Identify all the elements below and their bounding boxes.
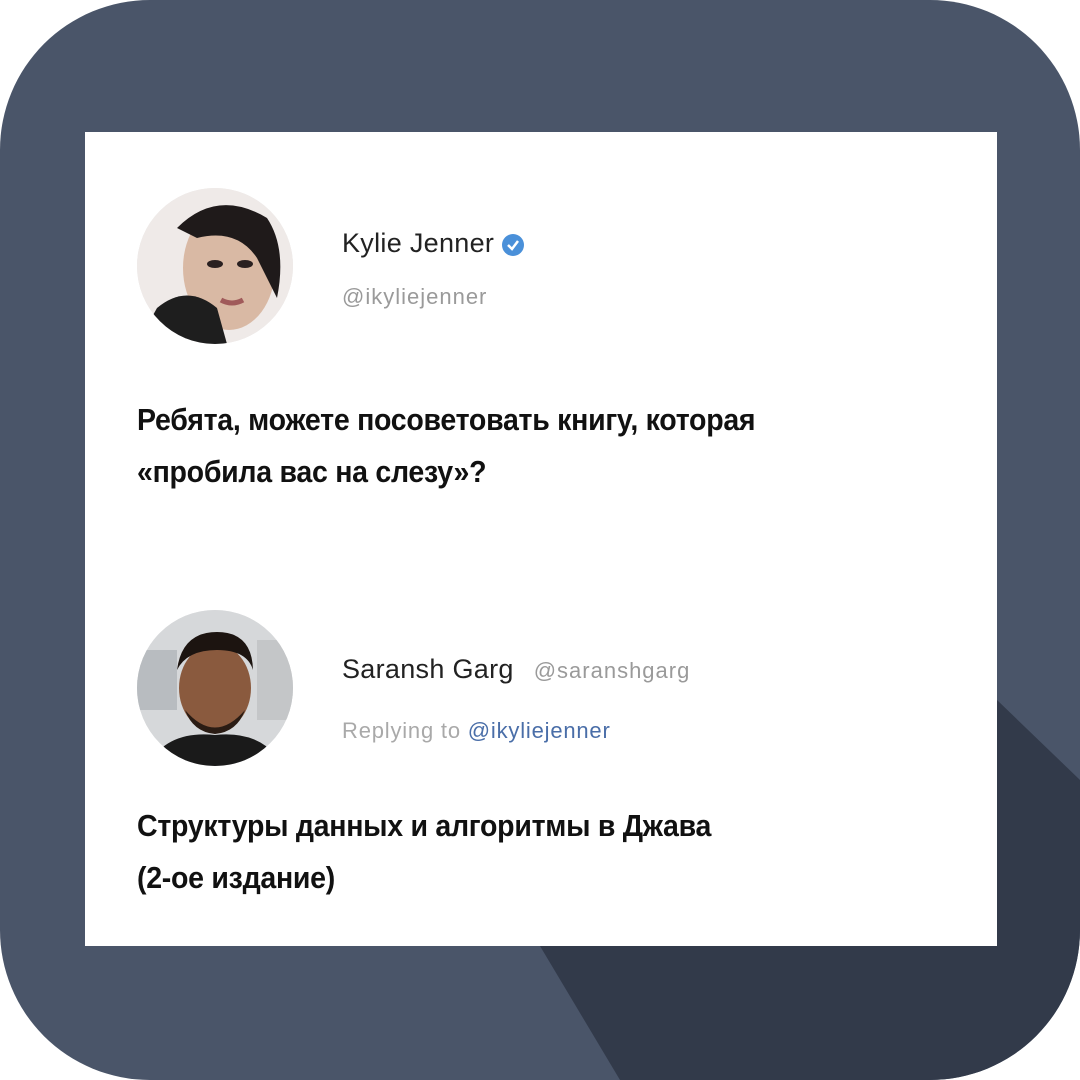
verified-badge-icon xyxy=(502,233,525,256)
author-handle[interactable]: @ikyliejenner xyxy=(342,284,487,310)
author-name-text: Kylie Jenner xyxy=(342,228,495,258)
tweet-body: Структуры данных и алгоритмы в Джава (2-… xyxy=(137,800,711,904)
tweet-text-line: «пробила вас на слезу»? xyxy=(137,454,487,489)
avatar-saransh[interactable] xyxy=(137,610,293,766)
author-name[interactable]: Kylie Jenner xyxy=(342,228,525,259)
user-avatar-photo-icon xyxy=(137,188,293,344)
author-name-text: Saransh Garg xyxy=(342,654,514,684)
tweet-text-line: Ребята, можете посоветовать книгу, котор… xyxy=(137,402,756,437)
rounded-frame: Kylie Jenner @ikyliejenner Ребята, может… xyxy=(0,0,1080,1080)
reply-context: Replying to @ikyliejenner xyxy=(342,718,611,744)
reply-mention-link[interactable]: @ikyliejenner xyxy=(468,718,611,743)
avatar-kylie[interactable] xyxy=(137,188,293,344)
tweet-text-line: (2-ое издание) xyxy=(137,860,336,895)
author-name[interactable]: Saransh Garg @saranshgarg xyxy=(342,654,690,685)
reply-prefix: Replying to xyxy=(342,718,461,743)
author-handle[interactable]: @saranshgarg xyxy=(534,658,691,683)
user-avatar-photo-icon xyxy=(137,610,293,766)
tweet-card: Kylie Jenner @ikyliejenner Ребята, может… xyxy=(85,132,997,946)
tweet-body: Ребята, можете посоветовать книгу, котор… xyxy=(137,394,756,498)
tweet-text-line: Структуры данных и алгоритмы в Джава xyxy=(137,808,712,843)
